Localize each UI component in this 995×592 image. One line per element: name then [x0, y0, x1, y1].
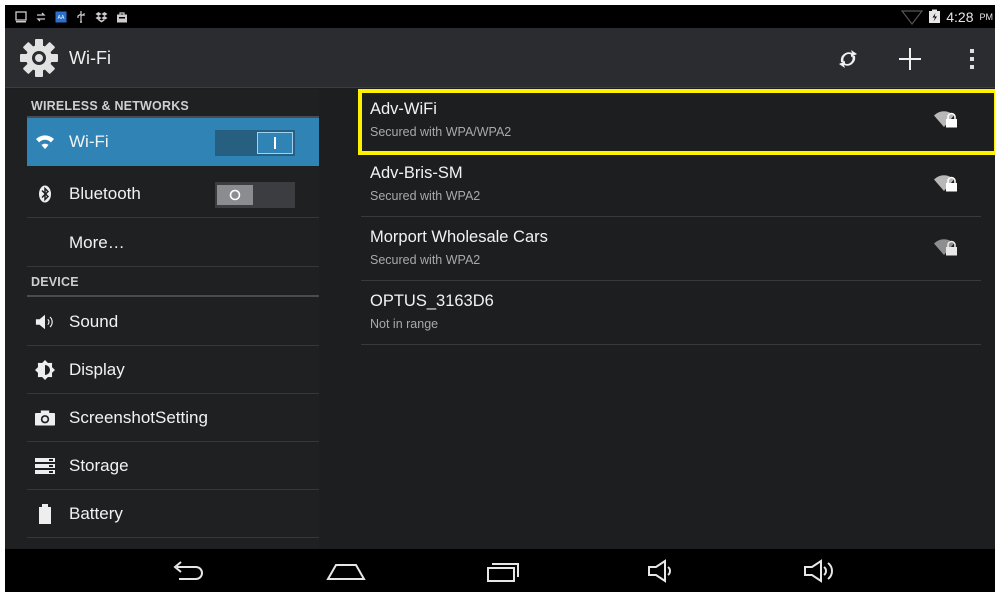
network-item-morport-wholesale-cars[interactable]: Morport Wholesale Cars Secured with WPA2	[361, 217, 981, 281]
home-button[interactable]	[324, 558, 368, 584]
svg-text:AA: AA	[58, 15, 66, 21]
clock-ampm: PM	[979, 11, 994, 22]
usb-icon	[77, 11, 85, 23]
brightness-icon	[35, 360, 55, 380]
recents-button[interactable]	[483, 558, 523, 584]
network-status: Secured with WPA2	[370, 189, 481, 203]
wps-icon	[839, 50, 857, 68]
network-item-adv-bris-sm[interactable]: Adv-Bris-SM Secured with WPA2	[361, 153, 981, 217]
sidebar-item-screenshot-setting[interactable]: ScreenshotSetting	[27, 394, 319, 442]
add-network-icon	[899, 48, 921, 70]
network-item-optus[interactable]: OPTUS_3163D6 Not in range	[361, 281, 981, 345]
section-divider	[27, 295, 319, 297]
sidebar-item-label: Battery	[69, 504, 123, 523]
home-icon	[326, 564, 366, 580]
page-title: Wi-Fi	[69, 48, 111, 68]
signal-icon	[901, 9, 924, 25]
wifi-toggle[interactable]	[215, 130, 295, 156]
battery-icon	[35, 504, 55, 524]
sidebar-item-label: ScreenshotSetting	[69, 408, 208, 427]
screenshot-icon	[15, 10, 27, 22]
sidebar-item-bluetooth[interactable]: Bluetooth	[27, 170, 319, 218]
back-icon	[173, 561, 203, 580]
add-network-button[interactable]	[893, 42, 927, 76]
status-bar: AA 4:28 PM	[5, 5, 995, 28]
network-status: Secured with WPA2	[370, 253, 481, 267]
battery-icon	[929, 9, 941, 23]
sidebar-item-label: Display	[69, 360, 125, 379]
settings-gear-icon[interactable]	[18, 37, 60, 79]
sidebar-item-label: Storage	[69, 456, 129, 475]
section-header-wireless: WIRELESS & NETWORKS	[31, 99, 189, 113]
sidebar-item-storage[interactable]: Storage	[27, 442, 319, 490]
wifi-secured-icon	[934, 175, 957, 192]
android-settings-screen: AA 4:28 PM Wi-Fi WIRELESS & NETWORKS Wi-…	[5, 5, 995, 592]
network-name: Adv-Bris-SM	[370, 164, 463, 182]
bluetooth-toggle[interactable]	[215, 182, 295, 208]
action-bar: Wi-Fi	[5, 28, 995, 88]
sidebar-item-wifi[interactable]: Wi-Fi	[27, 118, 319, 166]
network-status: Not in range	[370, 317, 439, 331]
app-icon: AA	[55, 11, 67, 22]
network-item-adv-wifi[interactable]: Adv-WiFi Secured with WPA/WPA2	[361, 89, 981, 153]
sidebar-item-label: Bluetooth	[69, 184, 141, 203]
notification-icons: AA	[15, 9, 128, 24]
volume-up-button[interactable]	[800, 558, 840, 584]
volume-up-icon	[804, 559, 833, 583]
section-header-device: DEVICE	[31, 275, 79, 289]
clock: 4:28	[946, 8, 974, 25]
toggle-off-knob	[217, 185, 253, 205]
wifi-secured-icon	[934, 111, 957, 128]
wifi-secured-icon	[934, 239, 957, 256]
sidebar-item-label: Wi-Fi	[69, 132, 109, 151]
wifi-network-list: Adv-WiFi Secured with WPA/WPA2 Adv-Bris-…	[320, 89, 995, 549]
bag-icon	[117, 11, 127, 22]
wifi-icon	[35, 132, 55, 152]
bluetooth-icon	[35, 184, 55, 204]
sidebar-item-label: More…	[69, 233, 125, 252]
overflow-menu-button[interactable]	[955, 42, 989, 76]
network-name: OPTUS_3163D6	[370, 292, 494, 310]
camera-icon	[35, 408, 55, 428]
wps-button[interactable]	[831, 42, 865, 76]
volume-down-button[interactable]	[645, 558, 679, 584]
speaker-icon	[35, 312, 55, 332]
network-name: Adv-WiFi	[370, 100, 437, 118]
dropbox-icon	[95, 11, 108, 22]
network-status: Secured with WPA/WPA2	[370, 125, 512, 139]
system-indicators: 4:28 PM	[901, 5, 995, 28]
storage-icon	[35, 456, 55, 476]
network-name: Morport Wholesale Cars	[370, 228, 548, 246]
sidebar-item-battery[interactable]: Battery	[27, 490, 319, 538]
recents-icon	[487, 563, 519, 582]
sidebar-item-sound[interactable]: Sound	[27, 298, 319, 346]
sidebar-item-more[interactable]: More…	[27, 219, 319, 267]
navigation-bar	[5, 549, 995, 592]
sidebar-item-label: Sound	[69, 312, 119, 331]
volume-down-icon	[648, 559, 671, 583]
sidebar-item-display[interactable]: Display	[27, 346, 319, 394]
settings-sidebar: WIRELESS & NETWORKS Wi-Fi Bluetooth More…	[5, 89, 319, 549]
overflow-menu-icon	[970, 49, 974, 69]
toggle-on-knob	[257, 132, 293, 154]
back-button[interactable]	[168, 558, 208, 584]
sync-icon	[36, 12, 46, 21]
